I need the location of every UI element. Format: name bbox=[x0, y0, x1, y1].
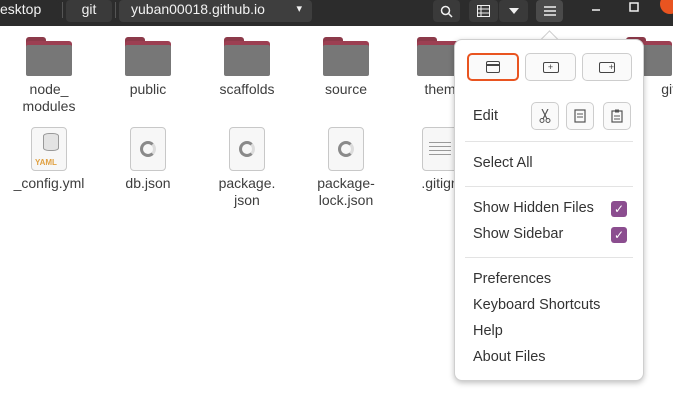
list-view-icon bbox=[477, 5, 490, 17]
json-file-icon bbox=[328, 127, 364, 171]
file-name: package. json bbox=[218, 175, 276, 208]
yaml-file-icon: YAML bbox=[31, 127, 67, 171]
copy-icon bbox=[574, 109, 586, 123]
file-item-yaml[interactable]: YAML _config.yml bbox=[4, 127, 94, 192]
json-file-icon bbox=[130, 127, 166, 171]
file-item-folder[interactable]: public bbox=[103, 37, 193, 98]
minimize-button[interactable] bbox=[582, 0, 610, 20]
new-tab-icon: + bbox=[542, 61, 559, 73]
show-hidden-files-checkbox[interactable]: ✓ bbox=[611, 201, 627, 217]
show-hidden-files-item[interactable]: Show Hidden Files bbox=[473, 200, 594, 216]
copy-button[interactable] bbox=[566, 102, 594, 130]
keyboard-shortcuts-item[interactable]: Keyboard Shortcuts bbox=[473, 297, 600, 313]
file-name: public bbox=[129, 81, 167, 97]
close-icon bbox=[660, 0, 673, 14]
breadcrumb-label: git bbox=[81, 1, 97, 17]
view-options-button[interactable] bbox=[499, 0, 528, 22]
new-folder-icon: + bbox=[599, 61, 615, 73]
chevron-down-icon bbox=[508, 8, 519, 14]
menu-divider bbox=[465, 257, 633, 258]
file-item-folder[interactable]: node_ modules bbox=[4, 37, 94, 115]
file-item-json[interactable]: package- lock.json bbox=[301, 127, 391, 209]
close-button[interactable] bbox=[654, 0, 673, 20]
new-tab-button[interactable]: + bbox=[525, 53, 576, 81]
folder-icon bbox=[26, 37, 72, 77]
main-menu-button[interactable] bbox=[536, 0, 563, 22]
about-files-item[interactable]: About Files bbox=[473, 349, 546, 365]
text-file-icon bbox=[422, 127, 458, 171]
list-view-button[interactable] bbox=[469, 0, 498, 22]
file-item-folder[interactable]: source bbox=[301, 37, 391, 98]
breadcrumb-separator bbox=[115, 2, 116, 18]
breadcrumb-git[interactable]: git bbox=[66, 0, 112, 22]
minimize-icon bbox=[592, 9, 600, 11]
show-sidebar-checkbox[interactable]: ✓ bbox=[611, 227, 627, 243]
breadcrumb-label: esktop bbox=[0, 1, 42, 17]
file-name: db.json bbox=[125, 175, 171, 191]
file-name: _config.yml bbox=[13, 175, 85, 191]
cut-button[interactable] bbox=[531, 102, 559, 130]
menu-divider bbox=[465, 186, 633, 187]
paste-icon bbox=[611, 109, 623, 123]
file-name: node_ modules bbox=[22, 81, 76, 114]
folder-icon bbox=[125, 37, 171, 77]
file-name: scaffolds bbox=[219, 81, 275, 97]
menu-divider bbox=[465, 141, 633, 142]
new-window-button[interactable] bbox=[467, 53, 519, 81]
folder-icon bbox=[224, 37, 270, 77]
folder-icon bbox=[323, 37, 369, 77]
search-button[interactable] bbox=[433, 0, 460, 22]
select-all-item[interactable]: Select All bbox=[473, 155, 533, 171]
breadcrumb-desktop[interactable]: esktop bbox=[0, 0, 59, 22]
new-window-icon bbox=[486, 61, 500, 73]
json-file-icon bbox=[229, 127, 265, 171]
file-name: source bbox=[324, 81, 368, 97]
edit-label: Edit bbox=[473, 108, 498, 124]
chevron-down-icon: ▾ bbox=[296, 3, 302, 15]
breadcrumb-label: yuban00018.github.io bbox=[131, 1, 265, 17]
breadcrumb-repo[interactable]: yuban00018.github.io ▾ bbox=[119, 0, 312, 22]
file-item-json[interactable]: db.json bbox=[103, 127, 193, 192]
paste-button[interactable] bbox=[603, 102, 631, 130]
cut-icon bbox=[539, 109, 551, 123]
file-name: package- lock.json bbox=[317, 175, 375, 208]
hamburger-menu-icon bbox=[543, 6, 556, 16]
preferences-item[interactable]: Preferences bbox=[473, 271, 551, 287]
maximize-icon bbox=[629, 2, 639, 12]
help-item[interactable]: Help bbox=[473, 323, 503, 339]
breadcrumb-separator bbox=[62, 2, 63, 18]
file-item-folder[interactable]: scaffolds bbox=[202, 37, 292, 98]
show-sidebar-item[interactable]: Show Sidebar bbox=[473, 226, 563, 242]
maximize-button[interactable] bbox=[620, 0, 648, 20]
header-bar: esktop git yuban00018.github.io ▾ bbox=[0, 0, 673, 26]
search-icon bbox=[440, 5, 453, 18]
main-menu-popover: + + Edit Select All Show Hidden Files ✓ … bbox=[454, 39, 644, 381]
file-item-json[interactable]: package. json bbox=[202, 127, 292, 209]
new-folder-button[interactable]: + bbox=[582, 53, 632, 81]
